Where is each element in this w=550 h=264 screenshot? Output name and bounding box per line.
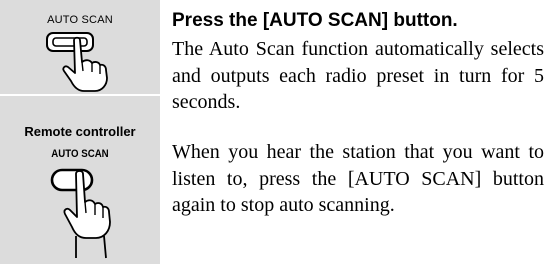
- main-unit-button-label: AUTO SCAN: [47, 14, 113, 26]
- hand-pressing-button-icon: [46, 32, 108, 92]
- paragraph-stop-auto-scan: When you hear the station that you want …: [172, 141, 544, 216]
- panel-divider: [0, 94, 160, 96]
- hand-pressing-remote-button-icon: [50, 168, 111, 259]
- paragraph-auto-scan-description: The Auto Scan function automatically sel…: [172, 38, 544, 113]
- step-heading: Press the [AUTO SCAN] button.: [172, 10, 458, 31]
- remote-controller-heading: Remote controller: [24, 124, 136, 139]
- instruction-sidebar: AUTO SCAN Remote controller AUTO SCAN: [0, 0, 160, 264]
